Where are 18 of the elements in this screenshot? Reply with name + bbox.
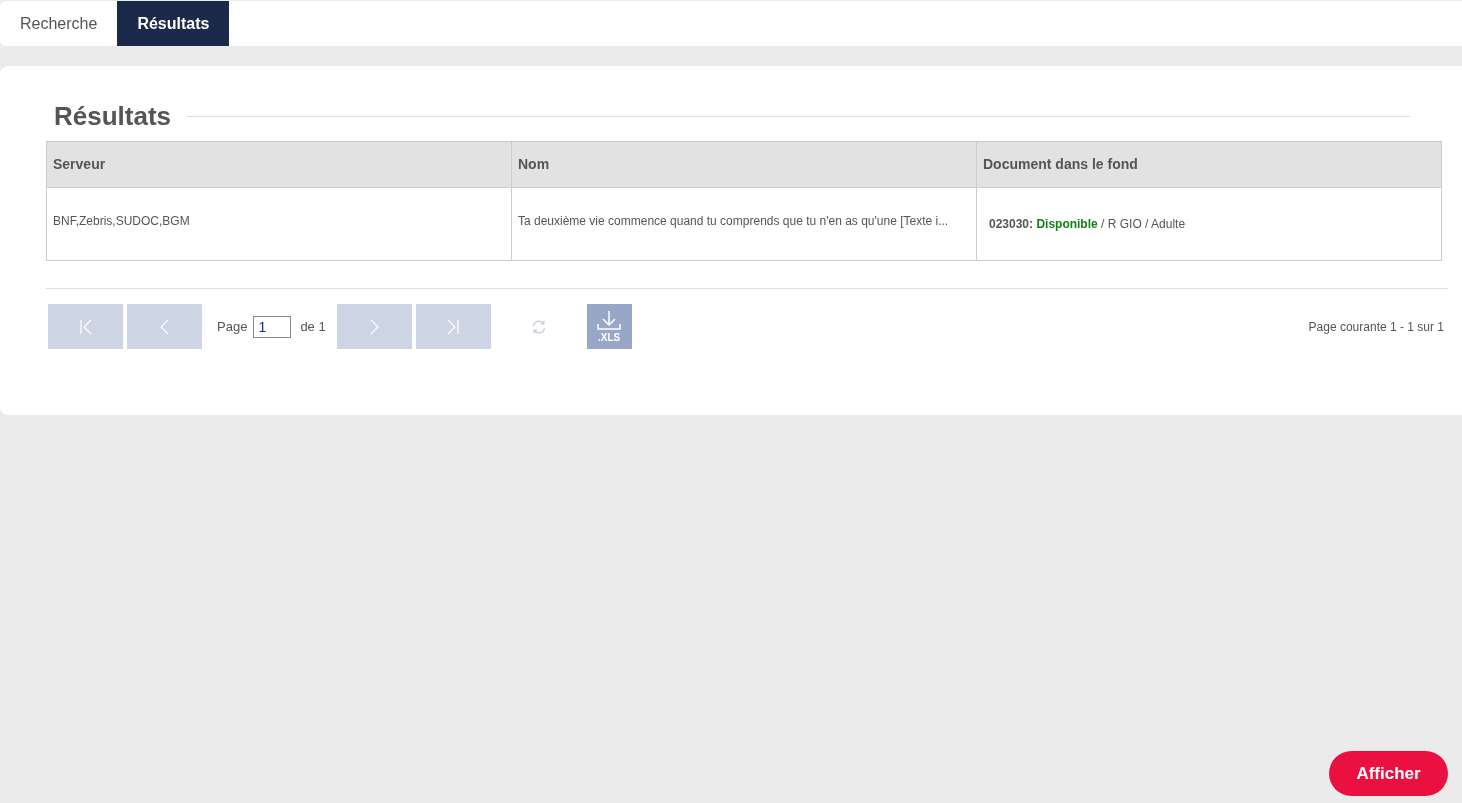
first-arrow-icon <box>79 318 92 335</box>
column-header: Nom <box>518 156 550 172</box>
tab[interactable]: Recherche <box>0 1 118 46</box>
afficher-button[interactable]: Afficher <box>1329 751 1448 796</box>
tab[interactable]: Résultats <box>117 1 230 46</box>
download-icon <box>596 310 623 332</box>
section-title: Résultats <box>54 99 172 133</box>
page-label: Page <box>217 317 248 336</box>
column-header: Document dans le fond <box>983 156 1138 172</box>
column-header: Serveur <box>53 156 106 172</box>
page-summary: Page courante 1 - 1 sur 1 <box>1308 318 1444 336</box>
refresh-icon[interactable] <box>530 318 547 335</box>
table-cell: BNF,Zebris,SUDOC,BGM <box>53 214 190 228</box>
last-arrow-icon <box>447 318 460 335</box>
page-count: de 1 <box>300 317 326 336</box>
table-cell: Ta deuxième vie commence quand tu comprends que tu n'en as qu'une [Texte i... <box>518 214 949 228</box>
availability-text: 023030: Disponible / R GIO / Adulte <box>989 217 1186 231</box>
page-number-field[interactable]: 1 <box>253 315 292 338</box>
